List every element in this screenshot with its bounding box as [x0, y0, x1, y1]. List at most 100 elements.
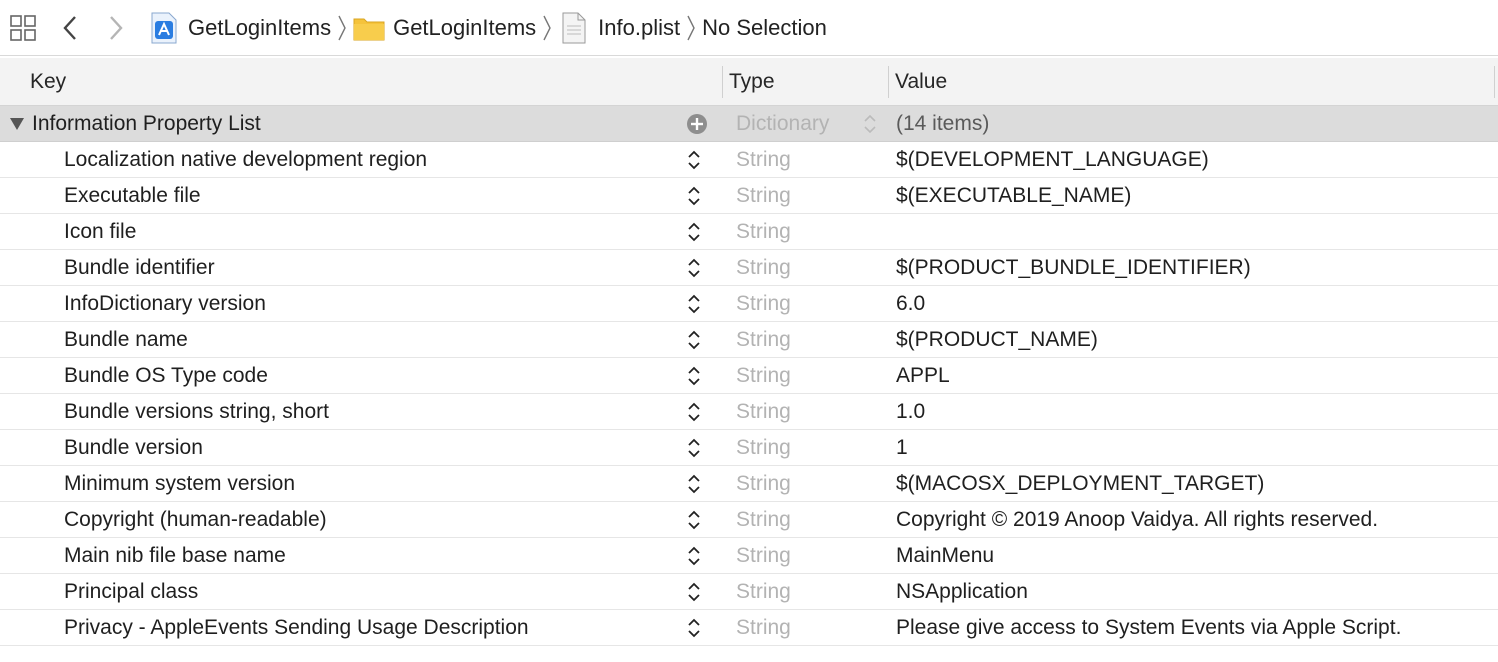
row-key[interactable]: Minimum system version	[64, 466, 295, 502]
breadcrumb-label: Info.plist	[598, 15, 681, 40]
breadcrumb-label: GetLoginItems	[188, 15, 332, 40]
breadcrumb: GetLoginItems GetLoginItems Info.plist N…	[150, 0, 827, 56]
row-value[interactable]: 1.0	[896, 394, 925, 430]
key-popup-chevron-icon[interactable]	[686, 250, 704, 286]
plist-entries: Localization native development region S…	[0, 142, 1498, 646]
table-row-root[interactable]: Information Property List Dictionary (14…	[0, 106, 1498, 142]
row-key[interactable]: Bundle identifier	[64, 250, 215, 286]
column-divider[interactable]	[888, 66, 889, 98]
row-key[interactable]: Bundle OS Type code	[64, 358, 268, 394]
table-row[interactable]: Executable file String $(EXECUTABLE_NAME…	[0, 178, 1498, 214]
row-key[interactable]: Bundle version	[64, 430, 203, 466]
row-value[interactable]: $(PRODUCT_BUNDLE_IDENTIFIER)	[896, 250, 1251, 286]
row-type[interactable]: String	[736, 466, 791, 502]
key-popup-chevron-icon[interactable]	[686, 502, 704, 538]
row-type[interactable]: String	[736, 178, 791, 214]
column-divider[interactable]	[722, 66, 723, 98]
folder-icon	[353, 15, 385, 41]
table-row[interactable]: Minimum system version String $(MACOSX_D…	[0, 466, 1498, 502]
forward-chevron-icon[interactable]	[106, 15, 126, 41]
key-popup-chevron-icon[interactable]	[686, 178, 704, 214]
key-popup-chevron-icon[interactable]	[686, 538, 704, 574]
row-key[interactable]: Bundle name	[64, 322, 188, 358]
row-value[interactable]: $(PRODUCT_NAME)	[896, 322, 1098, 358]
row-type[interactable]: String	[736, 214, 791, 250]
row-type[interactable]: String	[736, 502, 791, 538]
breadcrumb-item-selection[interactable]: No Selection	[702, 15, 827, 41]
table-row[interactable]: Bundle versions string, short String 1.0	[0, 394, 1498, 430]
column-header-type[interactable]: Type	[729, 58, 884, 106]
row-type[interactable]: String	[736, 574, 791, 610]
plist-rows: Information Property List Dictionary (14…	[0, 106, 1498, 646]
row-type[interactable]: String	[736, 610, 791, 646]
type-popup-chevron-icon[interactable]	[862, 106, 880, 142]
row-value[interactable]: APPL	[896, 358, 950, 394]
row-value[interactable]: Copyright © 2019 Anoop Vaidya. All right…	[896, 502, 1378, 538]
row-key[interactable]: Localization native development region	[64, 142, 427, 178]
row-key[interactable]: InfoDictionary version	[64, 286, 266, 322]
breadcrumb-item-project[interactable]: GetLoginItems	[150, 12, 331, 44]
column-divider[interactable]	[1494, 66, 1495, 98]
xcode-project-icon	[150, 12, 178, 44]
table-row[interactable]: Bundle identifier String $(PRODUCT_BUNDL…	[0, 250, 1498, 286]
table-row[interactable]: Principal class String NSApplication	[0, 574, 1498, 610]
row-type[interactable]: String	[736, 430, 791, 466]
row-key[interactable]: Main nib file base name	[64, 538, 286, 574]
row-type[interactable]: String	[736, 250, 791, 286]
row-value[interactable]: $(MACOSX_DEPLOYMENT_TARGET)	[896, 466, 1264, 502]
table-row[interactable]: Copyright (human-readable) String Copyri…	[0, 502, 1498, 538]
row-type[interactable]: String	[736, 142, 791, 178]
row-key[interactable]: Principal class	[64, 574, 198, 610]
row-type[interactable]: String	[736, 538, 791, 574]
key-popup-chevron-icon[interactable]	[686, 394, 704, 430]
plist-column-header: Key Type Value	[0, 58, 1498, 106]
row-type[interactable]: String	[736, 394, 791, 430]
row-value[interactable]: Please give access to System Events via …	[896, 610, 1401, 646]
key-popup-chevron-icon[interactable]	[686, 142, 704, 178]
row-key[interactable]: Information Property List	[32, 106, 261, 142]
disclosure-triangle-down-icon[interactable]	[9, 106, 25, 142]
key-popup-chevron-icon[interactable]	[686, 322, 704, 358]
breadcrumb-item-file[interactable]: Info.plist	[558, 12, 680, 44]
row-value[interactable]: 6.0	[896, 286, 925, 322]
row-type[interactable]: String	[736, 322, 791, 358]
key-popup-chevron-icon[interactable]	[686, 214, 704, 250]
row-value[interactable]: $(EXECUTABLE_NAME)	[896, 178, 1131, 214]
back-chevron-icon[interactable]	[60, 15, 80, 41]
key-popup-chevron-icon[interactable]	[686, 610, 704, 646]
add-item-icon[interactable]	[686, 106, 708, 142]
key-popup-chevron-icon[interactable]	[686, 358, 704, 394]
row-key[interactable]: Bundle versions string, short	[64, 394, 329, 430]
row-type[interactable]: String	[736, 358, 791, 394]
table-row[interactable]: Bundle OS Type code String APPL	[0, 358, 1498, 394]
row-key[interactable]: Copyright (human-readable)	[64, 502, 327, 538]
row-value[interactable]: $(DEVELOPMENT_LANGUAGE)	[896, 142, 1209, 178]
row-type[interactable]: Dictionary	[736, 106, 829, 142]
row-key[interactable]: Privacy - AppleEvents Sending Usage Desc…	[64, 610, 529, 646]
breadcrumb-label: GetLoginItems	[393, 15, 537, 40]
key-popup-chevron-icon[interactable]	[686, 466, 704, 502]
row-value[interactable]: 1	[896, 430, 908, 466]
column-header-key[interactable]: Key	[30, 58, 720, 106]
row-key[interactable]: Executable file	[64, 178, 201, 214]
table-row[interactable]: Localization native development region S…	[0, 142, 1498, 178]
plist-file-icon	[562, 12, 586, 44]
key-popup-chevron-icon[interactable]	[686, 574, 704, 610]
row-value[interactable]: MainMenu	[896, 538, 994, 574]
column-header-value[interactable]: Value	[895, 58, 1485, 106]
key-popup-chevron-icon[interactable]	[686, 430, 704, 466]
table-row[interactable]: Icon file String	[0, 214, 1498, 250]
jump-bar: GetLoginItems GetLoginItems Info.plist N…	[0, 0, 1498, 56]
table-row[interactable]: Privacy - AppleEvents Sending Usage Desc…	[0, 610, 1498, 646]
key-popup-chevron-icon[interactable]	[686, 286, 704, 322]
row-value[interactable]: NSApplication	[896, 574, 1028, 610]
breadcrumb-item-group[interactable]: GetLoginItems	[353, 15, 536, 41]
row-type[interactable]: String	[736, 286, 791, 322]
row-key[interactable]: Icon file	[64, 214, 136, 250]
table-row[interactable]: Bundle name String $(PRODUCT_NAME)	[0, 322, 1498, 358]
row-value[interactable]: (14 items)	[896, 106, 989, 142]
table-row[interactable]: InfoDictionary version String 6.0	[0, 286, 1498, 322]
table-row[interactable]: Main nib file base name String MainMenu	[0, 538, 1498, 574]
table-row[interactable]: Bundle version String 1	[0, 430, 1498, 466]
related-items-grid-icon[interactable]	[10, 15, 36, 41]
